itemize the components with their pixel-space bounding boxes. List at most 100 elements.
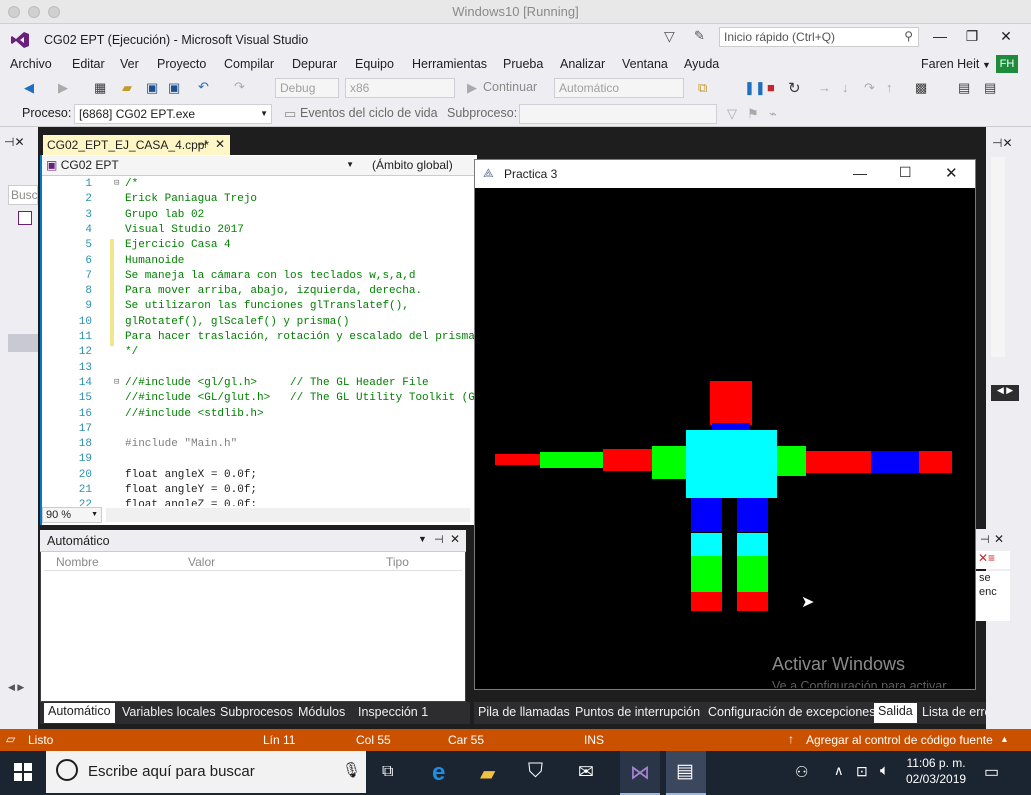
step-out-icon[interactable]: ↑ (886, 80, 893, 95)
thread-filter-icon[interactable]: ▽ (727, 106, 737, 122)
code-lines[interactable]: 1 /* 2 Erick Paniagua Trejo 3 Grupo lab 02 4 Vi… (42, 176, 475, 506)
auto-select[interactable]: Automático (554, 78, 684, 98)
tab-inspeccion-1[interactable]: Inspección 1 (358, 705, 428, 719)
back-icon[interactable]: ◀ (24, 80, 34, 96)
subprocess-select[interactable] (519, 104, 717, 124)
task-view-icon[interactable]: ⧉ (382, 763, 393, 781)
project-dropdown[interactable]: ▣ CG02 EPT ▼ (46, 158, 354, 174)
code-line[interactable]: //#include <GL/glut.h> // The GL Utility… (125, 392, 475, 404)
show-next-statement-icon[interactable]: → (818, 80, 831, 95)
flag-thread-icon[interactable]: ⚑ (747, 106, 759, 122)
taskbar-visual-studio[interactable]: ⋈ (620, 751, 660, 795)
left-scroll-thumb[interactable] (8, 334, 38, 352)
forward-icon[interactable]: ▶ (58, 80, 68, 96)
bookmark-icon[interactable]: ▤ (958, 80, 970, 96)
menu-depurar[interactable]: Depurar (292, 57, 337, 71)
code-line[interactable]: float angleY = 0.0f; (125, 484, 257, 496)
code-line[interactable]: float angleZ = 0.0f; (125, 499, 257, 506)
right-scroll-track[interactable] (991, 157, 1005, 357)
editor-horizontal-scrollbar[interactable] (106, 508, 470, 522)
column-type[interactable]: Tipo (386, 555, 409, 569)
code-line[interactable]: glRotatef(), glScalef() y prisma() (125, 316, 349, 328)
code-line[interactable]: Visual Studio 2017 (125, 224, 244, 236)
save-icon[interactable]: ▣ (146, 80, 158, 96)
filter-icon[interactable]: ▽ (664, 28, 675, 45)
edge-browser-icon[interactable]: e (432, 759, 445, 787)
tab-subprocesos[interactable]: Subprocesos (220, 705, 293, 719)
user-chevron-icon[interactable]: ▼ (982, 60, 991, 70)
taskbar-practica3[interactable]: ▤ (666, 751, 706, 795)
step-over-icon[interactable]: ↷ (864, 80, 875, 96)
step-into-icon[interactable]: ↓ (842, 80, 849, 95)
stack-frame-icon[interactable]: ⌁ (769, 106, 777, 122)
code-line[interactable]: float angleX = 0.0f; (125, 469, 257, 481)
tab-modulos[interactable]: Módulos (298, 705, 345, 719)
source-control-button[interactable]: Agregar al control de código fuente (806, 733, 993, 747)
column-value[interactable]: Valor (188, 555, 215, 569)
tab-pila-de-llamadas[interactable]: Pila de llamadas (478, 705, 570, 719)
pause-icon[interactable]: ❚❚ (744, 80, 766, 96)
process-icon[interactable]: ⧉ (698, 80, 707, 96)
gl-close-button[interactable]: ✕ (945, 164, 958, 182)
bookmark-nav-icon[interactable]: ▤ (984, 80, 996, 96)
zoom-select[interactable]: 90 % ▼ (42, 507, 102, 523)
gl-maximize-button[interactable]: ☐ (899, 164, 912, 181)
tab-salida[interactable]: Salida (874, 703, 917, 723)
clear-output-icon[interactable]: ✕≡ (976, 551, 1010, 569)
mail-icon[interactable]: ✉ (578, 761, 594, 784)
pin-tab-icon[interactable]: ⊣ (197, 138, 207, 151)
scope-dropdown[interactable]: (Ámbito global) (372, 158, 453, 172)
windows-start-icon[interactable] (14, 763, 34, 783)
close-button[interactable]: ✕ (996, 28, 1016, 45)
panel-pin-icon[interactable]: ⊣ (434, 533, 444, 546)
menu-equipo[interactable]: Equipo (355, 57, 394, 71)
chevron-up-icon[interactable]: ∧ (834, 763, 844, 779)
code-line[interactable]: Para hacer traslación, rotación y escala… (125, 331, 475, 343)
solution-icon[interactable] (18, 211, 32, 225)
continue-play-icon[interactable]: ▶ (467, 80, 477, 96)
code-line[interactable]: #include "Main.h" (125, 438, 237, 450)
output-pin-icon[interactable]: ⊣ (980, 533, 990, 546)
restart-icon[interactable]: ↻ (788, 79, 801, 97)
scroll-left-icon[interactable]: ◀ ▶ (8, 682, 24, 693)
code-line[interactable]: Humanoide (125, 255, 184, 267)
menu-ayuda[interactable]: Ayuda (684, 57, 719, 71)
clock[interactable]: 11:06 p. m. 02/03/2019 (906, 755, 966, 787)
panel-close-icon[interactable]: ✕ (450, 532, 460, 546)
undo-icon[interactable]: ↶ (198, 79, 209, 95)
tab-configuracion-de-excepciones[interactable]: Configuración de excepciones (708, 705, 875, 719)
people-icon[interactable]: ⚇ (795, 763, 808, 781)
code-line[interactable]: Se maneja la cámara con los teclados w,s… (125, 270, 415, 282)
left-search-input[interactable]: Busc (8, 185, 38, 205)
code-line[interactable]: /* (125, 178, 138, 190)
chevron-up-icon[interactable]: ▲ (1000, 734, 1009, 744)
process-select[interactable]: [6868] CG02 EPT.exe ▼ (74, 104, 272, 124)
stop-icon[interactable]: ■ (767, 80, 775, 95)
action-center-icon[interactable]: ▭ (984, 762, 999, 782)
code-line[interactable]: */ (125, 346, 138, 358)
network-icon[interactable]: ⊡ (856, 763, 868, 780)
quick-launch-input[interactable]: Inicio rápido (Ctrl+Q) ⚲ (719, 27, 919, 47)
menu-archivo[interactable]: Archivo (10, 57, 52, 71)
menu-herramientas[interactable]: Herramientas (412, 57, 487, 71)
panel-menu-icon[interactable]: ▼ (418, 534, 427, 544)
redo-icon[interactable]: ↷ (234, 79, 245, 95)
user-name[interactable]: Faren Heit (921, 57, 979, 71)
menu-ver[interactable]: Ver (120, 57, 139, 71)
platform-select[interactable]: x86 (345, 78, 455, 98)
code-line[interactable]: //#include <stdlib.h> (125, 408, 264, 420)
continue-button[interactable]: Continuar (483, 80, 537, 94)
code-line[interactable]: Grupo lab 02 (125, 209, 204, 221)
close-tab-icon[interactable]: ✕ (215, 137, 225, 151)
menu-proyecto[interactable]: Proyecto (157, 57, 206, 71)
code-line[interactable]: Erick Paniagua Trejo (125, 193, 257, 205)
gl-canvas[interactable]: ➤ Activar Windows Ve a Configuración par… (475, 188, 975, 688)
tab-variables-locales[interactable]: Variables locales (122, 705, 216, 719)
lifecycle-icon[interactable]: ▭ (284, 106, 296, 122)
tab-puntos-de-interrupcion[interactable]: Puntos de interrupción (575, 705, 700, 719)
code-line[interactable]: Para mover arriba, abajo, izquierda, der… (125, 285, 422, 297)
menu-compilar[interactable]: Compilar (224, 57, 274, 71)
restore-button[interactable]: ❐ (962, 28, 982, 45)
minimize-button[interactable]: — (930, 28, 950, 44)
right-pin-icon[interactable]: ⊣✕ (992, 136, 1013, 150)
